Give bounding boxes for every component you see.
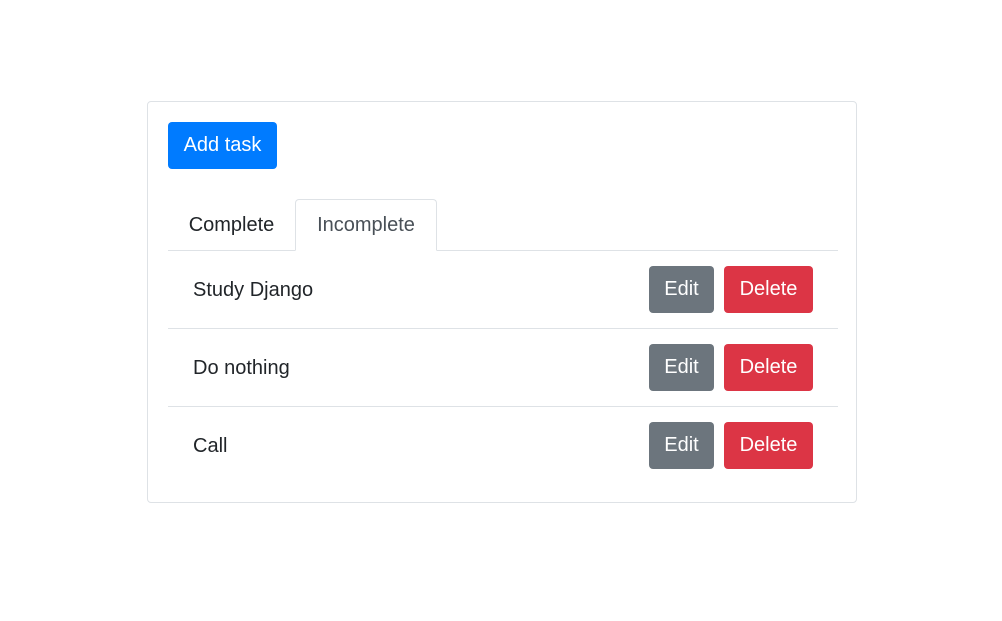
task-label: Do nothing xyxy=(193,356,290,379)
edit-button[interactable]: Edit xyxy=(649,344,714,391)
tab-complete[interactable]: Complete xyxy=(168,199,295,251)
edit-button[interactable]: Edit xyxy=(649,422,714,469)
task-list: Study Django Edit Delete Do nothing Edit… xyxy=(168,251,838,485)
edit-button[interactable]: Edit xyxy=(649,266,714,313)
list-item: Study Django Edit Delete xyxy=(168,251,838,329)
list-item: Call Edit Delete xyxy=(168,407,838,485)
task-tabs: Complete Incomplete xyxy=(168,199,838,251)
task-card: Add task Complete Incomplete Study Djang… xyxy=(147,101,857,503)
task-label: Study Django xyxy=(193,278,314,301)
add-task-button[interactable]: Add task xyxy=(168,122,277,169)
delete-button[interactable]: Delete xyxy=(724,344,813,391)
tab-incomplete[interactable]: Incomplete xyxy=(295,199,437,251)
list-item: Do nothing Edit Delete xyxy=(168,329,838,407)
task-label: Call xyxy=(193,434,228,457)
delete-button[interactable]: Delete xyxy=(724,266,813,313)
delete-button[interactable]: Delete xyxy=(724,422,813,469)
